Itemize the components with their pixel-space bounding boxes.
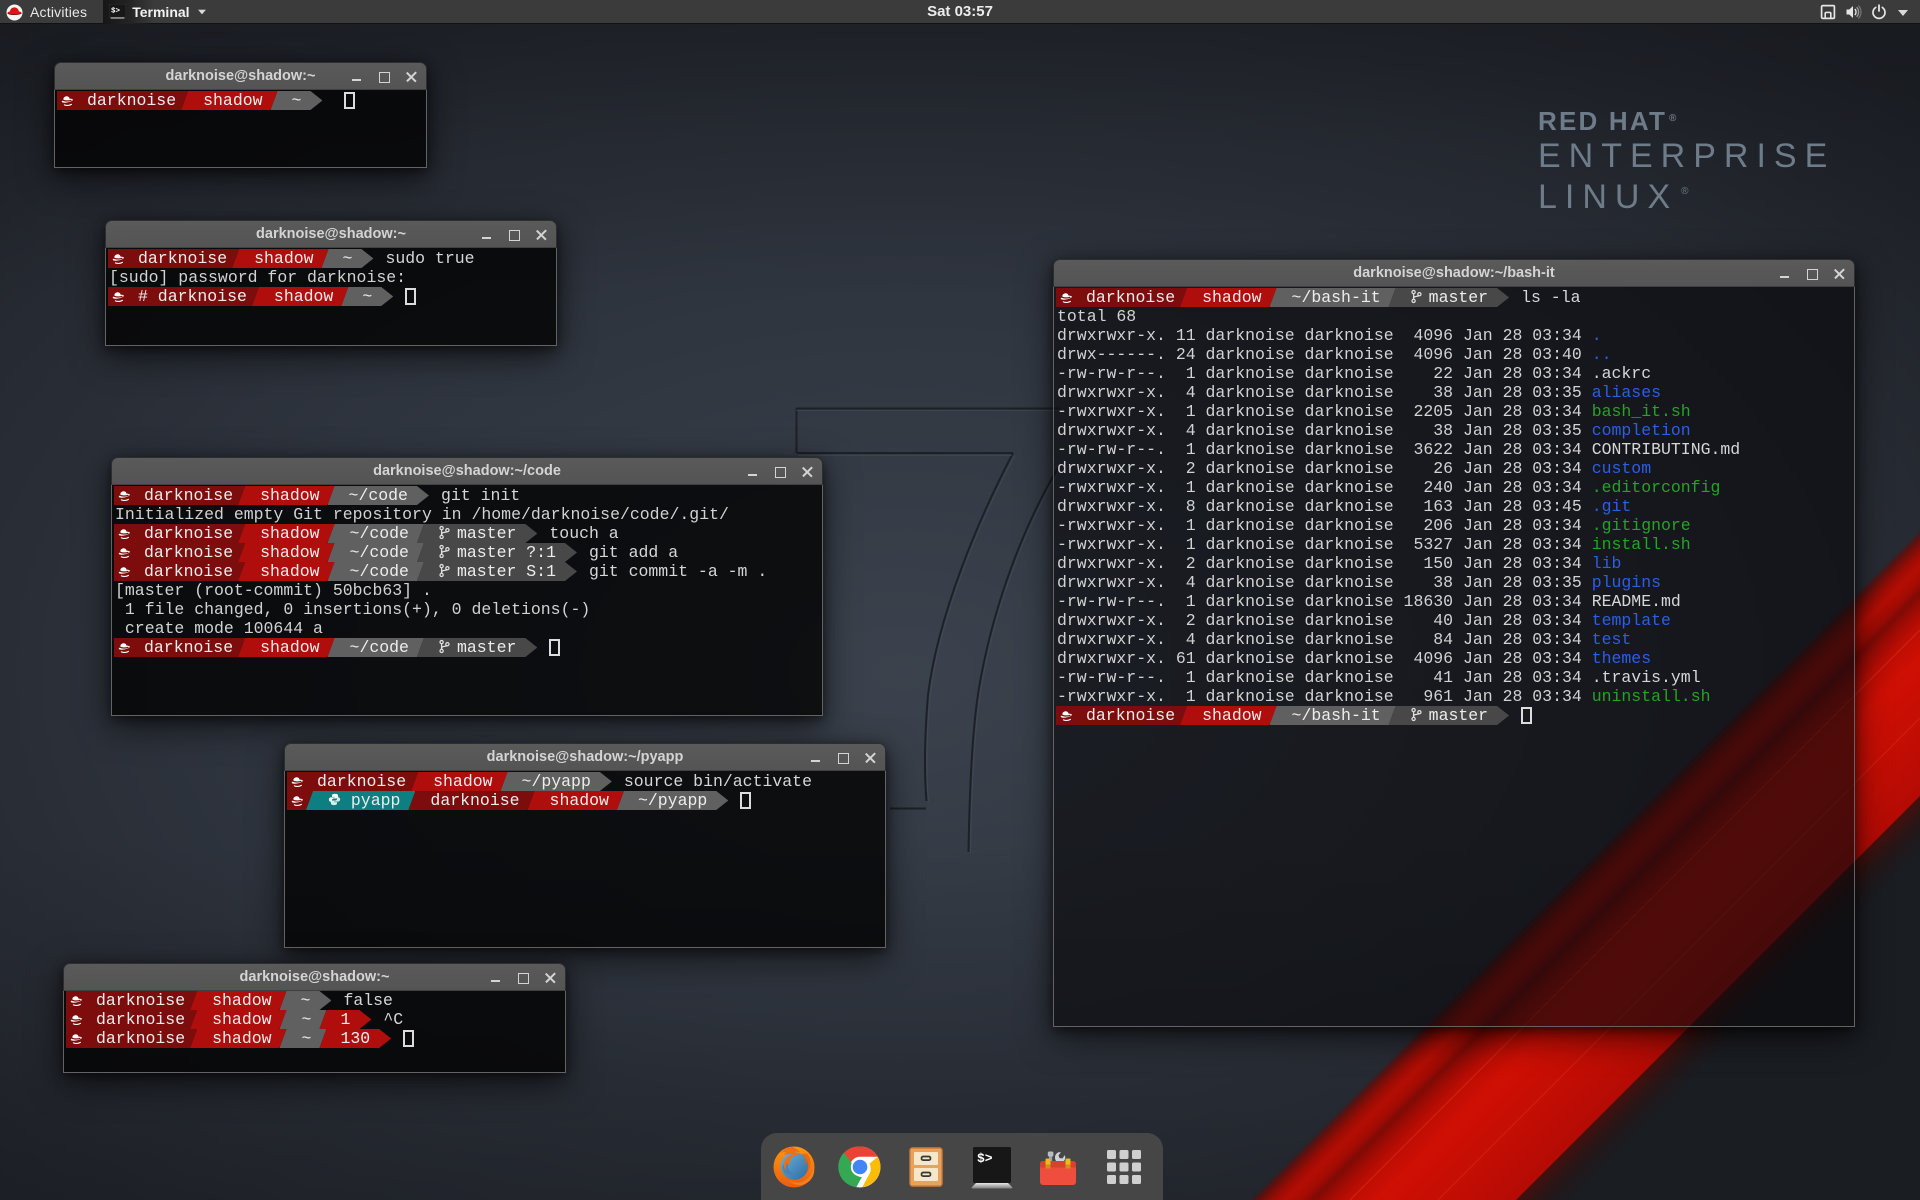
svg-text:$>: $> — [111, 8, 121, 16]
svg-text:$>: $> — [977, 1151, 993, 1166]
